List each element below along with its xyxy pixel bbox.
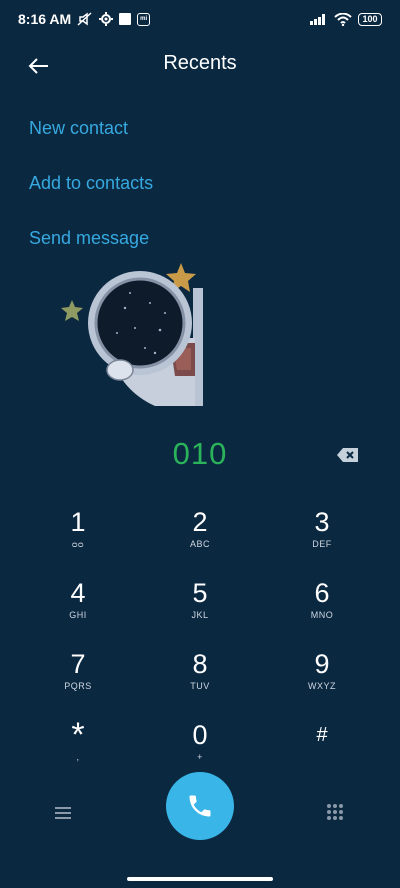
key-digit: 3 xyxy=(314,507,330,537)
key-letters: GHI xyxy=(69,610,87,620)
key-2[interactable]: 2 ABC xyxy=(139,500,261,571)
keypad: 1 ᴑᴑ 2 ABC 3 DEF 4 GHI 5 JKL 6 MNO 7 PQR… xyxy=(17,500,383,784)
key-7[interactable]: 7 PQRS xyxy=(17,642,139,713)
menu-icon xyxy=(55,807,71,819)
settings-gear-icon xyxy=(99,12,114,26)
status-time: 8:16 AM xyxy=(18,11,72,27)
wifi-icon xyxy=(334,12,352,26)
phone-icon xyxy=(189,795,211,817)
key-letters: DEF xyxy=(312,539,332,549)
page-title: Recents xyxy=(163,52,237,74)
key-digit: 1 xyxy=(70,507,86,537)
voicemail-icon: ᴑᴑ xyxy=(72,539,84,549)
key-digit: * xyxy=(71,716,85,754)
key-digit: 4 xyxy=(70,578,86,608)
key-digit: 6 xyxy=(314,578,330,608)
add-to-contacts-link[interactable]: Add to contacts xyxy=(29,169,153,224)
key-6[interactable]: 6 MNO xyxy=(261,571,383,642)
key-digit: 7 xyxy=(70,649,86,679)
actions-list: New contact Add to contacts Send message xyxy=(29,114,153,279)
key-4[interactable]: 4 GHI xyxy=(17,571,139,642)
key-digit: 2 xyxy=(192,507,208,537)
battery-indicator: 100 xyxy=(358,12,382,26)
mi-icon: mi xyxy=(137,12,151,26)
keypad-row: 4 GHI 5 JKL 6 MNO xyxy=(17,571,383,642)
key-letters: TUV xyxy=(190,681,210,691)
key-1[interactable]: 1 ᴑᴑ xyxy=(17,500,139,571)
dialpad-toggle-button[interactable] xyxy=(326,803,344,823)
key-letters: PQRS xyxy=(64,681,92,691)
key-5[interactable]: 5 JKL xyxy=(139,571,261,642)
key-letters: JKL xyxy=(191,610,209,620)
key-8[interactable]: 8 TUV xyxy=(139,642,261,713)
dialpad-icon xyxy=(327,804,343,820)
key-letters: ABC xyxy=(189,539,210,549)
key-3[interactable]: 3 DEF xyxy=(261,500,383,571)
key-letters: WXYZ xyxy=(308,681,336,691)
square-icon xyxy=(119,13,132,25)
key-letters: MNO xyxy=(310,610,334,620)
keypad-row: 1 ᴑᴑ 2 ABC 3 DEF xyxy=(17,500,383,571)
key-digit: 5 xyxy=(192,578,208,608)
status-bar: 8:16 AM mi 100 xyxy=(0,0,400,38)
menu-button[interactable] xyxy=(53,804,73,822)
key-letters: , xyxy=(76,752,80,762)
mute-icon xyxy=(77,12,92,26)
home-indicator[interactable] xyxy=(127,877,273,881)
new-contact-link[interactable]: New contact xyxy=(29,114,153,169)
keypad-row: 7 PQRS 8 TUV 9 WXYZ xyxy=(17,642,383,713)
small-star-icon xyxy=(61,300,83,321)
status-left: 8:16 AM mi xyxy=(18,11,151,27)
backspace-button[interactable] xyxy=(336,447,360,463)
title-bar: Recents xyxy=(0,44,400,88)
key-digit: 9 xyxy=(314,649,330,679)
bottom-bar xyxy=(0,772,400,842)
key-digit: # xyxy=(316,724,328,746)
key-9[interactable]: 9 WXYZ xyxy=(261,642,383,713)
backspace-icon xyxy=(337,448,358,462)
status-right: 100 xyxy=(310,12,382,26)
signal-icon xyxy=(310,14,325,25)
key-digit: 8 xyxy=(192,649,208,679)
key-digit: 0 xyxy=(192,720,208,750)
call-button[interactable] xyxy=(166,772,234,840)
key-letters: + xyxy=(197,752,203,762)
astronaut-illustration xyxy=(61,263,203,406)
